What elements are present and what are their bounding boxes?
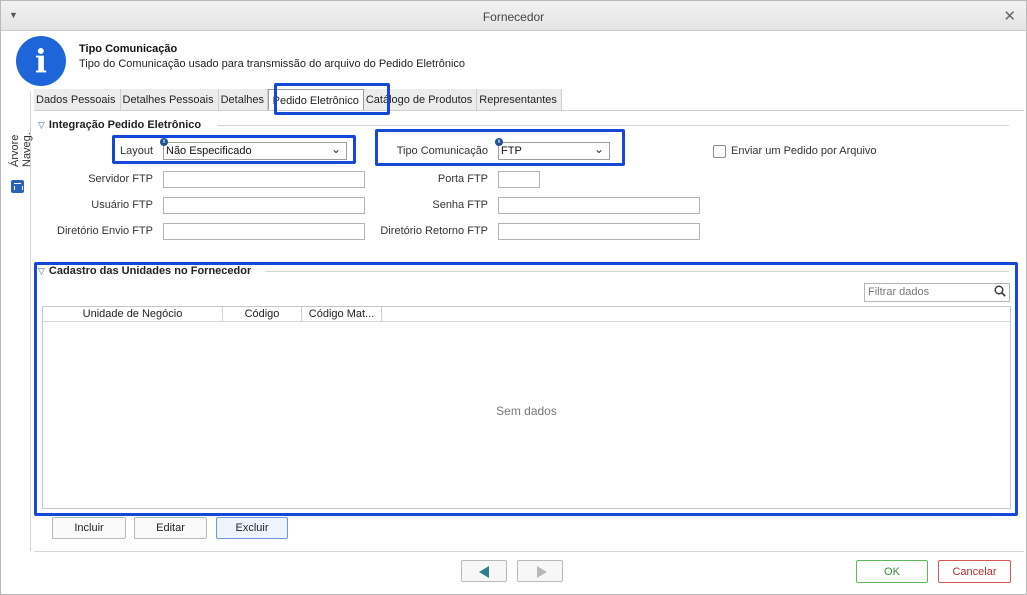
unidades-table: Unidade de Negócio Código Código Mat... … — [42, 306, 1011, 509]
excluir-button[interactable]: Excluir — [216, 517, 288, 539]
tab-representantes[interactable]: Representantes — [477, 89, 562, 111]
porta-ftp-label: Porta FTP — [437, 173, 488, 185]
tree-icon[interactable] — [11, 180, 24, 193]
enviar-pedido-label[interactable]: Enviar um Pedido por Arquivo — [731, 145, 877, 157]
close-icon[interactable]: ✕ — [1003, 7, 1016, 25]
section-separator — [217, 125, 1009, 126]
integration-section-label: Integração Pedido Eletrônico — [48, 119, 202, 131]
ok-button[interactable]: OK — [856, 560, 928, 583]
highlight-layout — [112, 135, 356, 164]
sidebar-label[interactable]: Árvore Naveg. — [9, 97, 33, 167]
porta-ftp-input[interactable] — [498, 171, 540, 188]
next-button[interactable] — [517, 560, 563, 582]
usuario-ftp-label: Usuário FTP — [91, 199, 153, 211]
tab-dados-pessoais[interactable]: Dados Pessoais — [34, 89, 121, 111]
enviar-pedido-checkbox[interactable] — [713, 145, 726, 158]
column-header-unidade[interactable]: Unidade de Negócio — [43, 307, 223, 321]
servidor-ftp-input[interactable] — [163, 171, 365, 188]
filter-placeholder: Filtrar dados — [868, 286, 930, 298]
header-title: Tipo Comunicação — [79, 43, 178, 55]
arrow-left-icon — [479, 566, 489, 578]
tab-detalhes-pessoais[interactable]: Detalhes Pessoais — [120, 89, 219, 111]
section-separator — [265, 271, 1009, 272]
table-header: Unidade de Negócio Código Código Mat... — [43, 307, 1010, 322]
tab-detalhes[interactable]: Detalhes — [218, 89, 268, 111]
filter-input[interactable]: Filtrar dados — [864, 283, 1010, 302]
diretorio-retorno-label: Diretório Retorno FTP — [380, 225, 488, 237]
tab-divider — [34, 110, 1024, 111]
collapse-triangle-icon[interactable]: ▽ — [38, 120, 45, 130]
column-header-codigo-mat[interactable]: Código Mat... — [302, 307, 382, 321]
integration-section-title[interactable]: ▽ Integração Pedido Eletrônico — [38, 119, 201, 131]
servidor-ftp-label: Servidor FTP — [88, 173, 153, 185]
units-section-label: Cadastro das Unidades no Fornecedor — [48, 265, 252, 277]
senha-ftp-label: Senha FTP — [432, 199, 488, 211]
empty-message: Sem dados — [496, 404, 557, 418]
diretorio-envio-label: Diretório Envio FTP — [57, 225, 153, 237]
highlight-tipo-comunicacao — [375, 129, 625, 166]
footer-separator — [34, 551, 1024, 552]
diretorio-retorno-input[interactable] — [498, 223, 700, 240]
usuario-ftp-input[interactable] — [163, 197, 365, 214]
editar-button[interactable]: Editar — [134, 517, 207, 539]
arrow-right-icon — [537, 566, 547, 578]
navigation-tree-sidebar[interactable]: Árvore Naveg. — [5, 91, 33, 551]
cancel-button[interactable]: Cancelar — [938, 560, 1011, 583]
info-icon: i — [16, 36, 66, 86]
column-header-codigo[interactable]: Código — [223, 307, 302, 321]
info-header: i Tipo Comunicação Tipo do Comunicação u… — [1, 32, 1026, 88]
search-icon[interactable] — [994, 285, 1006, 297]
senha-ftp-input[interactable] — [498, 197, 700, 214]
diretorio-envio-input[interactable] — [163, 223, 365, 240]
collapse-triangle-icon[interactable]: ▽ — [38, 266, 45, 276]
title-bar: ▼ Fornecedor ✕ — [1, 1, 1026, 31]
fornecedor-window: ▼ Fornecedor ✕ i Tipo Comunicação Tipo d… — [0, 0, 1027, 595]
window-title: Fornecedor — [482, 10, 545, 24]
highlight-tab — [274, 83, 390, 115]
units-section-title[interactable]: ▽ Cadastro das Unidades no Fornecedor — [38, 265, 251, 277]
header-description: Tipo do Comunicação usado para transmiss… — [79, 58, 466, 70]
previous-button[interactable] — [461, 560, 507, 582]
incluir-button[interactable]: Incluir — [52, 517, 126, 539]
